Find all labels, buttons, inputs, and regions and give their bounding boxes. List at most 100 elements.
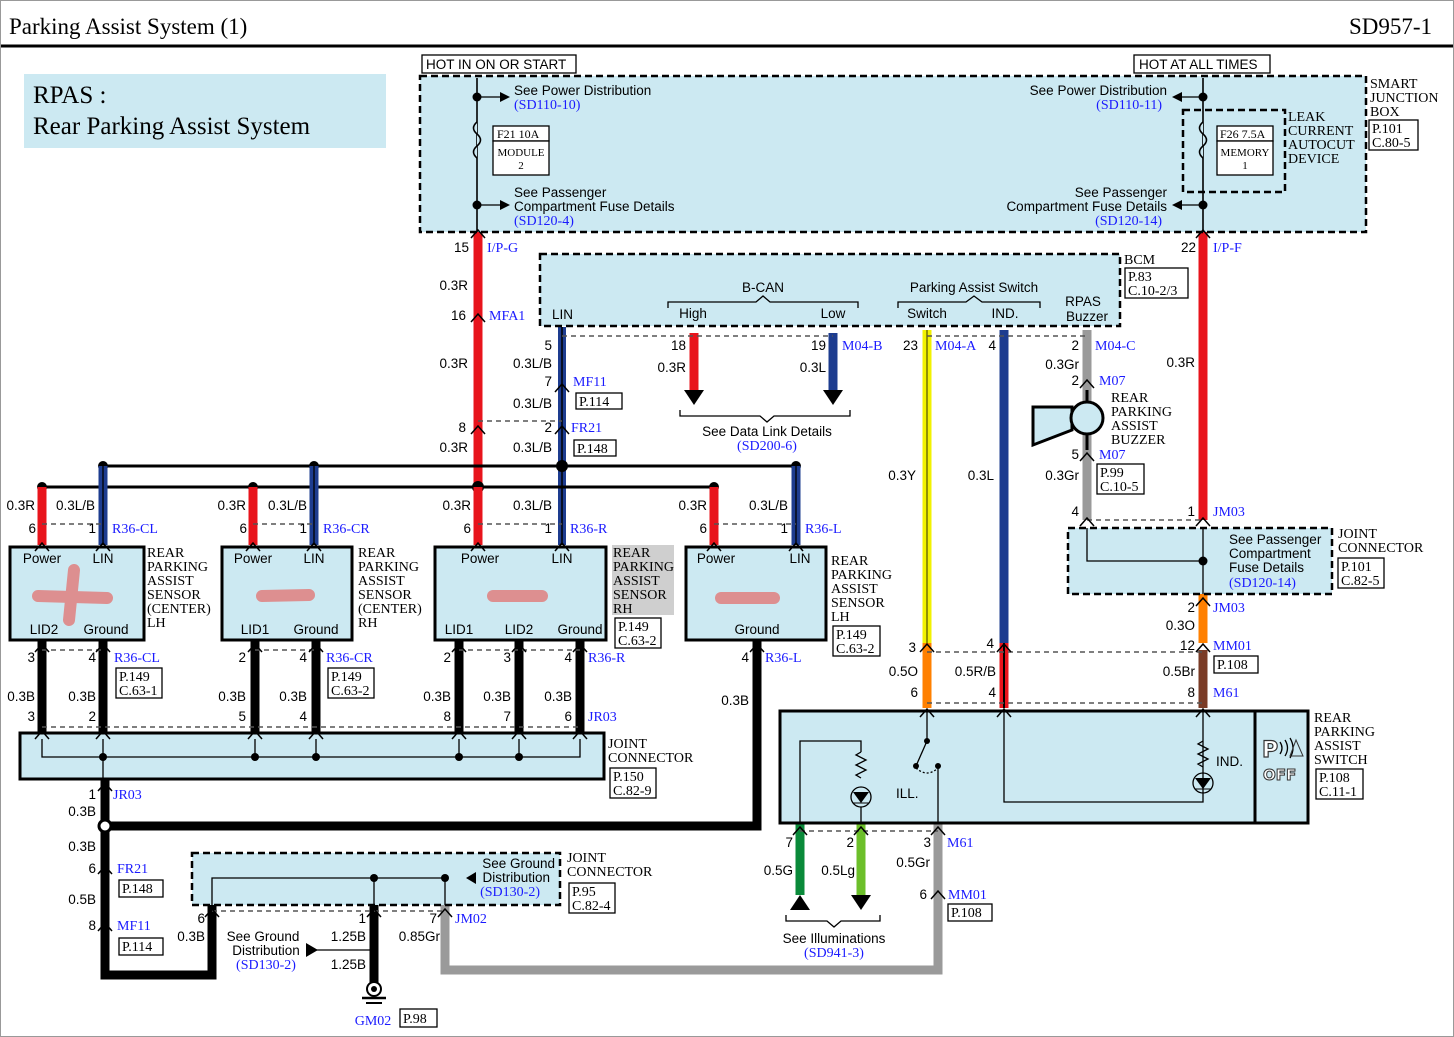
svg-text:4: 4: [299, 650, 307, 665]
svg-text:OFF: OFF: [1263, 766, 1296, 784]
svg-text:0.5G: 0.5G: [764, 863, 793, 878]
svg-text:P.98: P.98: [403, 1012, 427, 1027]
svg-text:LID2: LID2: [30, 622, 59, 637]
svg-text:P.150: P.150: [613, 770, 644, 785]
svg-text:JUNCTION: JUNCTION: [1370, 91, 1438, 106]
svg-text:Ground: Ground: [83, 622, 128, 637]
svg-text:1: 1: [1187, 504, 1195, 519]
svg-text:6: 6: [239, 521, 247, 536]
svg-text:0.5Br: 0.5Br: [1163, 664, 1196, 679]
svg-text:2: 2: [1187, 600, 1195, 615]
svg-text:6: 6: [197, 911, 205, 926]
svg-text:0.5B: 0.5B: [68, 892, 96, 907]
svg-text:Low: Low: [821, 306, 846, 321]
svg-text:0.3R: 0.3R: [6, 498, 35, 513]
svg-text:FR21: FR21: [117, 862, 148, 877]
svg-text:(SD120-14): (SD120-14): [1095, 214, 1162, 229]
svg-text:JM02: JM02: [455, 912, 487, 927]
svg-text:0.3R: 0.3R: [442, 498, 471, 513]
svg-text:0.3L/B: 0.3L/B: [513, 396, 552, 411]
svg-text:8: 8: [443, 709, 451, 724]
svg-text:P.148: P.148: [122, 882, 153, 897]
svg-text:JM03: JM03: [1213, 601, 1245, 616]
svg-text:8: 8: [88, 918, 96, 933]
wiring-diagram: Parking Assist System (1) SD957-1 RPAS :…: [0, 0, 1454, 1037]
svg-text:LIN: LIN: [551, 551, 572, 566]
svg-text:Power: Power: [461, 551, 500, 566]
svg-text:RH: RH: [613, 602, 632, 617]
svg-text:See Data Link Details: See Data Link Details: [702, 424, 832, 439]
svg-text:IND.: IND.: [1216, 754, 1243, 769]
svg-text:P.149: P.149: [836, 628, 867, 643]
svg-text:22: 22: [1181, 240, 1196, 255]
svg-text:1: 1: [88, 521, 96, 536]
svg-text:5: 5: [238, 709, 246, 724]
svg-text:6: 6: [28, 521, 36, 536]
svg-text:4: 4: [299, 709, 307, 724]
svg-text:Compartment: Compartment: [1229, 546, 1311, 561]
svg-text:2: 2: [238, 650, 246, 665]
svg-text:Power: Power: [697, 551, 736, 566]
svg-text:MM01: MM01: [1213, 639, 1252, 654]
svg-text:R36-R: R36-R: [570, 522, 608, 537]
svg-text:C.63-2: C.63-2: [618, 634, 657, 649]
svg-text:LH: LH: [147, 616, 166, 631]
svg-text:Switch: Switch: [907, 306, 947, 321]
svg-text:6: 6: [564, 709, 572, 724]
svg-text:MODULE: MODULE: [497, 147, 544, 159]
svg-text:BOX: BOX: [1370, 105, 1400, 120]
svg-text:R36-L: R36-L: [805, 522, 842, 537]
svg-text:Parking Assist Switch: Parking Assist Switch: [910, 280, 1038, 295]
svg-text:RH: RH: [358, 616, 377, 631]
svg-text:HOT IN ON OR START: HOT IN ON OR START: [426, 57, 566, 72]
svg-text:0.3R: 0.3R: [439, 356, 468, 371]
svg-text:0.3O: 0.3O: [1166, 618, 1195, 633]
svg-text:Power: Power: [234, 551, 273, 566]
svg-text:PARKING: PARKING: [147, 560, 208, 575]
svg-text:Ground: Ground: [557, 622, 602, 637]
svg-text:Ground: Ground: [734, 622, 779, 637]
svg-text:FR21: FR21: [571, 421, 602, 436]
svg-text:0.5R/B: 0.5R/B: [955, 664, 996, 679]
svg-text:6: 6: [463, 521, 471, 536]
svg-text:P.83: P.83: [1128, 270, 1152, 285]
svg-text:0.3Gr: 0.3Gr: [1045, 357, 1079, 372]
svg-text:2: 2: [1071, 338, 1079, 353]
svg-text:Distribution: Distribution: [482, 870, 550, 885]
svg-text:6: 6: [88, 861, 96, 876]
svg-text:R36-CR: R36-CR: [326, 651, 373, 666]
svg-text:PARKING: PARKING: [613, 560, 674, 575]
svg-text:4: 4: [1071, 504, 1079, 519]
svg-text:Fuse Details: Fuse Details: [1229, 560, 1304, 575]
svg-text:2: 2: [544, 420, 552, 435]
svg-text:0.3L: 0.3L: [968, 468, 995, 483]
svg-text:4: 4: [564, 650, 572, 665]
svg-text:JOINT: JOINT: [1338, 527, 1377, 542]
svg-text:R36-L: R36-L: [765, 651, 802, 666]
svg-text:ASSIST: ASSIST: [358, 574, 405, 589]
svg-text:LIN: LIN: [303, 551, 324, 566]
svg-text:0.3B: 0.3B: [483, 689, 511, 704]
svg-text:0.3R: 0.3R: [1166, 355, 1195, 370]
svg-text:C.80-5: C.80-5: [1372, 136, 1411, 151]
svg-text:See Passenger: See Passenger: [1075, 185, 1168, 200]
svg-text:C.63-2: C.63-2: [331, 684, 370, 699]
svg-text:0.5Gr: 0.5Gr: [896, 855, 930, 870]
svg-text:REAR: REAR: [358, 546, 396, 561]
svg-text:0.5Lg: 0.5Lg: [821, 863, 855, 878]
svg-text:C.10-2/3: C.10-2/3: [1128, 284, 1177, 299]
svg-text:PARKING: PARKING: [1111, 405, 1172, 420]
svg-text:P.108: P.108: [951, 906, 982, 921]
svg-text:Compartment Fuse Details: Compartment Fuse Details: [514, 199, 675, 214]
svg-text:(CENTER): (CENTER): [358, 602, 422, 617]
svg-text:7: 7: [503, 709, 511, 724]
buzzer-icon: [1031, 405, 1074, 448]
svg-text:M04-C: M04-C: [1095, 339, 1135, 354]
svg-text:ASSIST: ASSIST: [1314, 739, 1361, 754]
svg-text:0.85Gr: 0.85Gr: [399, 929, 441, 944]
svg-text:4: 4: [988, 338, 996, 353]
pink-mark-dash: [256, 589, 315, 602]
svg-text:(SD110-11): (SD110-11): [1096, 98, 1162, 113]
svg-text:1: 1: [299, 521, 307, 536]
svg-text:SENSOR: SENSOR: [147, 588, 201, 603]
